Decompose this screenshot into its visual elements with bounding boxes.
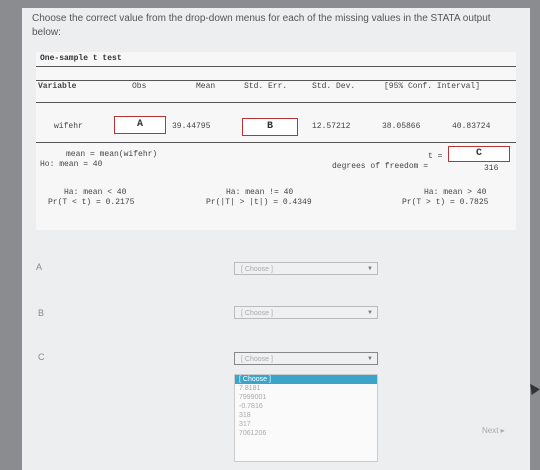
select-b-value: [ Choose ] bbox=[241, 310, 273, 317]
t-label: t = bbox=[428, 152, 443, 161]
header-std-err: Std. Err. bbox=[244, 82, 288, 91]
missing-box-a: A bbox=[114, 116, 166, 134]
row-variable: wifehr bbox=[54, 122, 83, 131]
dropdown-option[interactable]: 7.8181 bbox=[235, 384, 377, 393]
select-b[interactable]: [ Choose ] ▼ bbox=[234, 306, 378, 319]
chevron-down-icon: ▼ bbox=[367, 310, 373, 316]
row-mean: 39.44795 bbox=[172, 122, 211, 131]
row-bottom-rule bbox=[36, 142, 516, 143]
chevron-down-icon: ▼ bbox=[367, 356, 373, 362]
select-a-value: [ Choose ] bbox=[241, 266, 273, 273]
select-a[interactable]: [ Choose ] ▼ bbox=[234, 262, 378, 275]
header-top-rule bbox=[36, 80, 516, 81]
next-button[interactable]: Next ▸ bbox=[482, 426, 505, 435]
p-right: Pr(T > t) = 0.7825 bbox=[402, 198, 489, 207]
missing-box-b: B bbox=[242, 118, 298, 136]
ha-mid: Ha: mean != 40 bbox=[226, 188, 294, 197]
null-hypothesis: Ho: mean = 40 bbox=[40, 160, 103, 169]
dropdown-option[interactable]: [ Choose ] bbox=[235, 375, 377, 384]
ha-left: Ha: mean < 40 bbox=[64, 188, 127, 197]
answer-label-a: A bbox=[36, 262, 43, 272]
dropdown-option[interactable]: 7999001 bbox=[235, 393, 377, 402]
dropdown-option[interactable]: 317 bbox=[235, 420, 377, 429]
header-mean: Mean bbox=[196, 82, 216, 91]
chevron-down-icon: ▼ bbox=[367, 266, 373, 272]
header-conf-interval: [95% Conf. Interval] bbox=[384, 82, 481, 91]
header-std-dev: Std. Dev. bbox=[312, 82, 356, 91]
question-text: Choose the correct value from the drop-d… bbox=[32, 13, 491, 38]
select-c[interactable]: [ Choose ] ▼ bbox=[234, 352, 378, 365]
dropdown-option[interactable]: 7061206 bbox=[235, 429, 377, 438]
answer-label-c: C bbox=[38, 352, 45, 362]
select-c-value: [ Choose ] bbox=[241, 356, 273, 363]
stata-output: One-sample t test Variable Obs Mean Std.… bbox=[36, 52, 516, 230]
mean-definition: mean = mean(wifehr) bbox=[66, 150, 158, 159]
dropdown-option[interactable]: -0.7816 bbox=[235, 402, 377, 411]
row-ci-low: 38.05866 bbox=[382, 122, 421, 131]
quiz-card: Choose the correct value from the drop-d… bbox=[22, 8, 530, 470]
select-c-dropdown: [ Choose ] 7.8181 7999001 -0.7816 318 31… bbox=[234, 374, 378, 462]
ha-right: Ha: mean > 40 bbox=[424, 188, 487, 197]
row-std-dev: 12.57212 bbox=[312, 122, 351, 131]
p-left: Pr(T < t) = 0.2175 bbox=[48, 198, 135, 207]
stata-title: One-sample t test bbox=[36, 52, 516, 67]
header-obs: Obs bbox=[132, 82, 147, 91]
p-mid: Pr(|T| > |t|) = 0.4349 bbox=[206, 198, 312, 207]
dropdown-option[interactable]: 318 bbox=[235, 411, 377, 420]
df-label: degrees of freedom = bbox=[332, 162, 429, 171]
df-value: 316 bbox=[484, 164, 499, 173]
header-bottom-rule bbox=[36, 102, 516, 103]
row-ci-high: 40.83724 bbox=[452, 122, 491, 131]
header-variable: Variable bbox=[38, 82, 77, 91]
answer-label-b: B bbox=[38, 308, 45, 318]
missing-box-c: C bbox=[448, 146, 510, 162]
